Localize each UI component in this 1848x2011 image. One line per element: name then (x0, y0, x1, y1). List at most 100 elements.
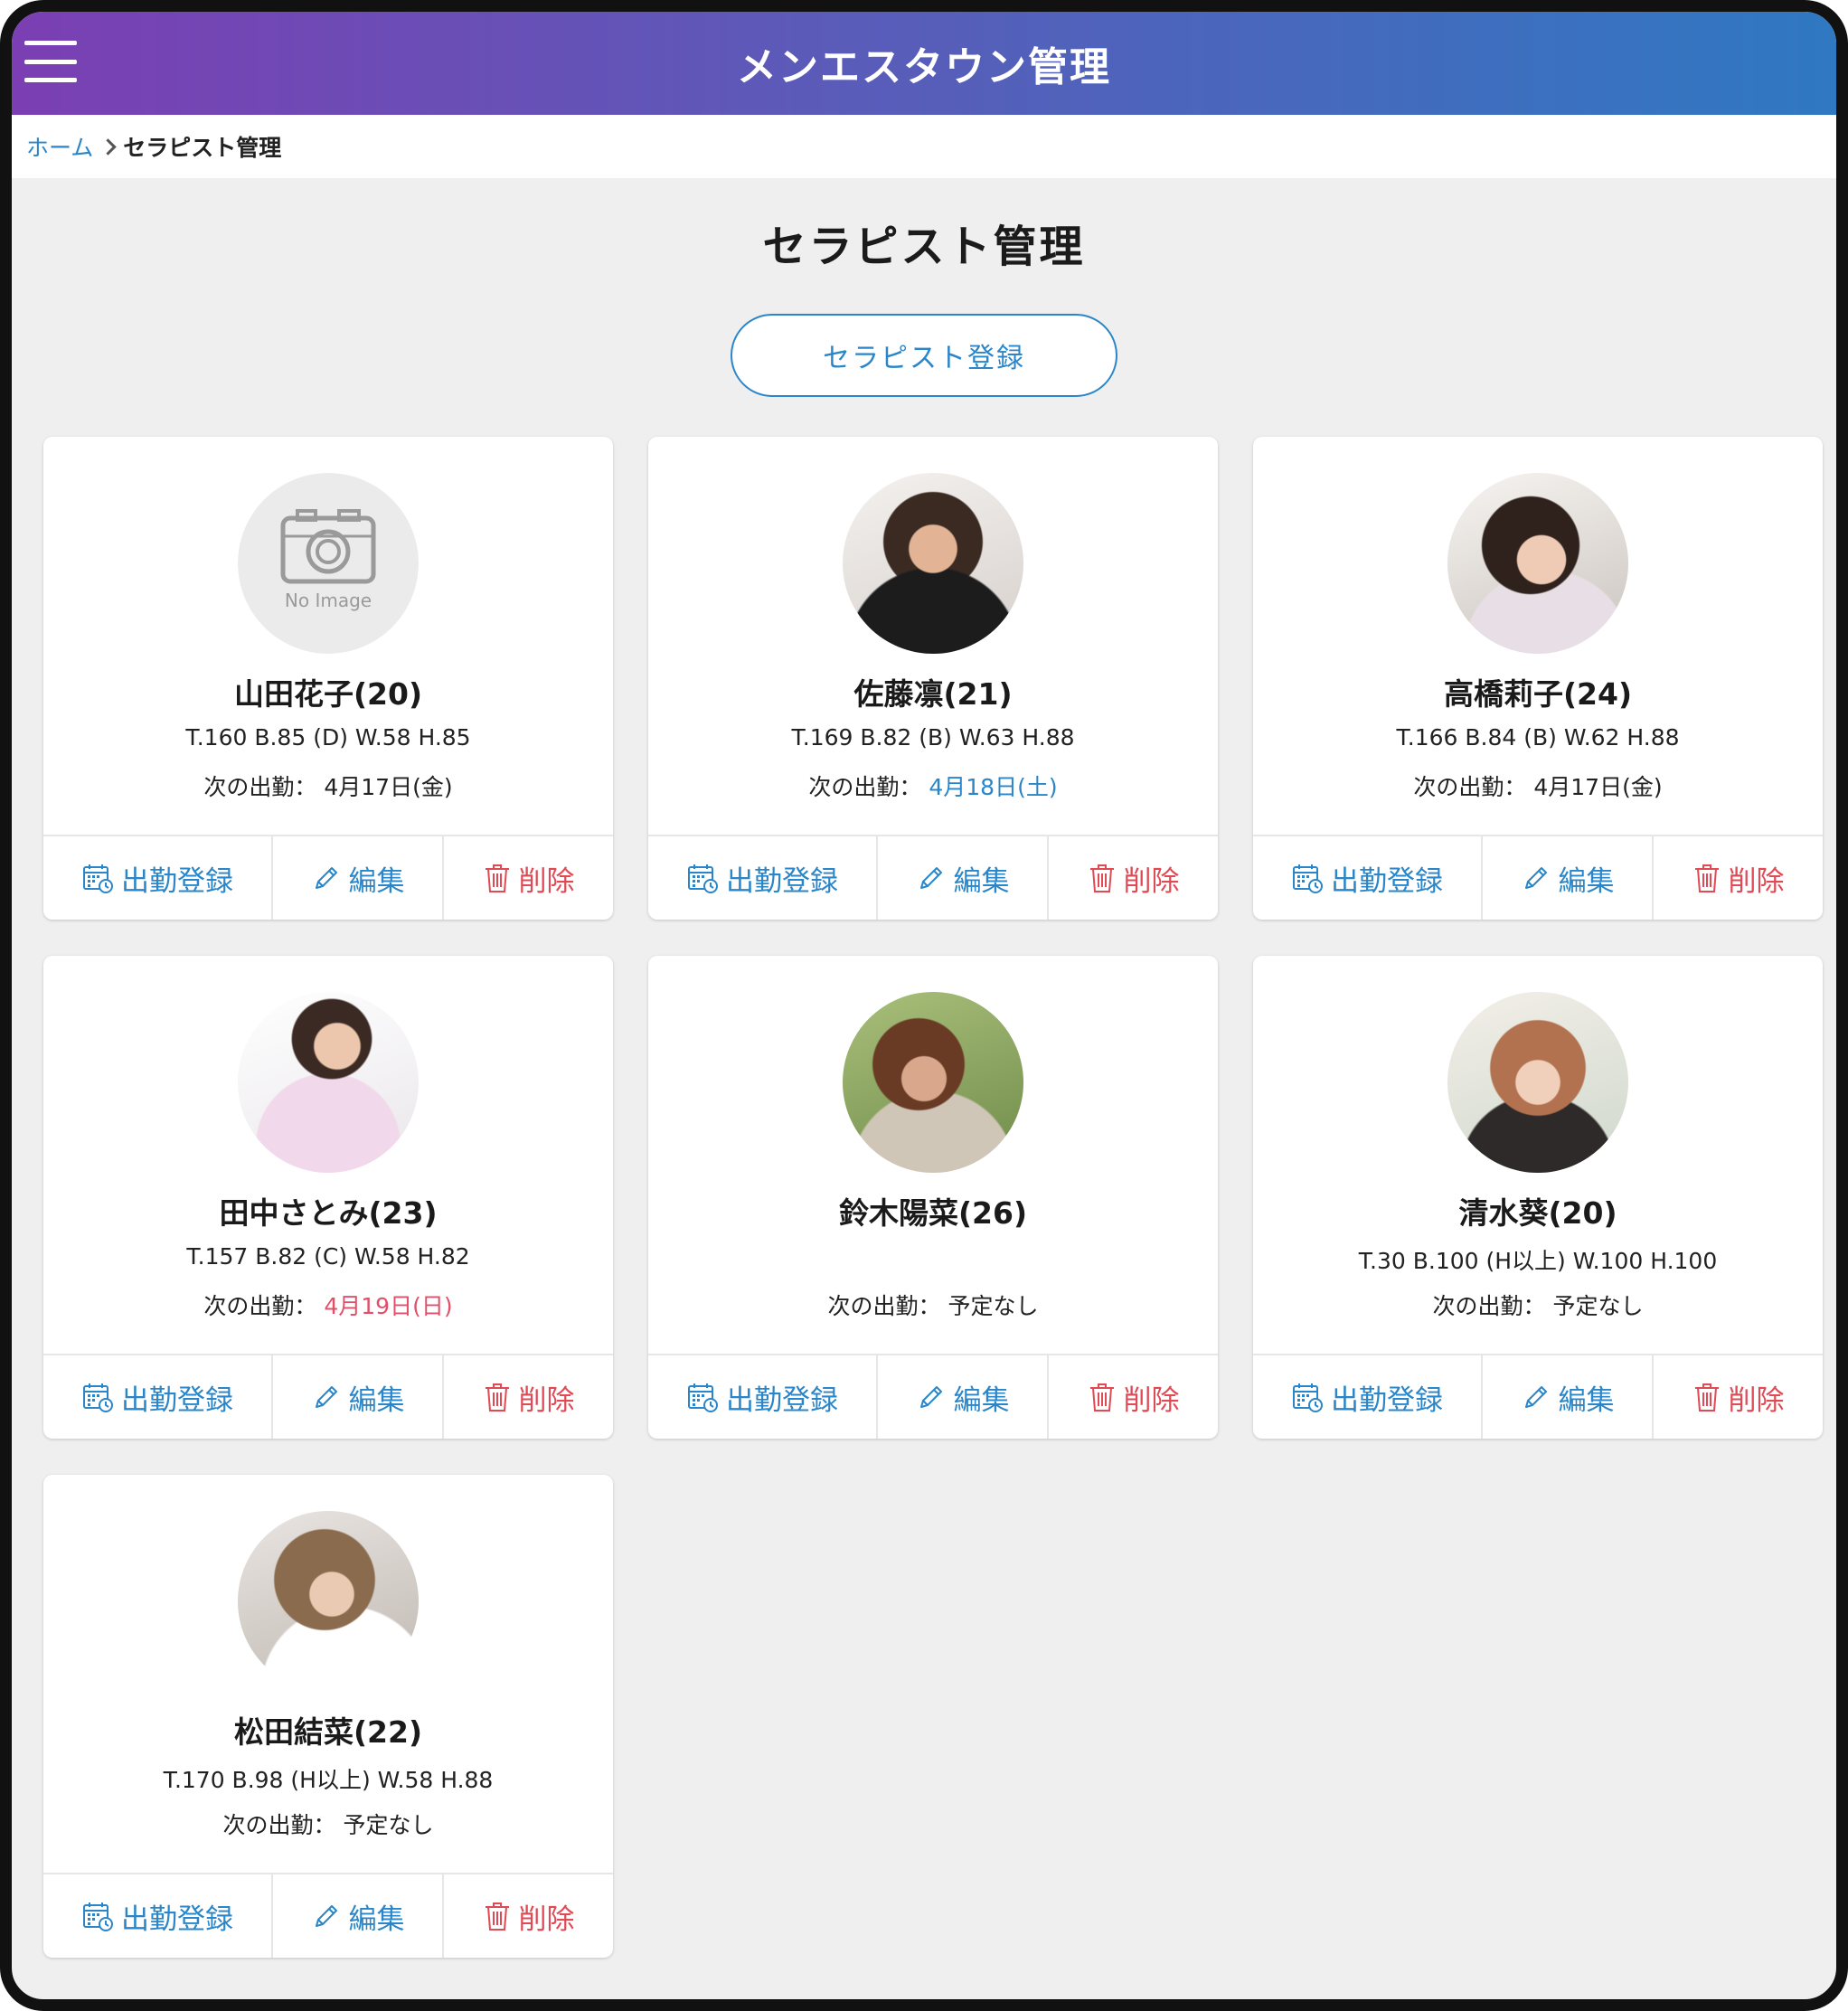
next-shift-value: 4月17日(金) (1533, 774, 1663, 800)
therapist-name: 松田結菜(22) (233, 1714, 423, 1750)
delete-label: 削除 (518, 864, 575, 898)
next-shift-value: 予定なし (343, 1812, 434, 1838)
edit-button[interactable]: 編集 (273, 1874, 444, 1958)
card-actions: 出勤登録 編集 削除 (43, 1354, 613, 1439)
calendar-clock-icon (688, 1383, 718, 1412)
app-header: メンエスタウン管理 (12, 12, 1836, 115)
calendar-clock-icon (83, 1902, 113, 1931)
edit-button[interactable]: 編集 (1483, 836, 1654, 920)
delete-button[interactable]: 削除 (444, 1355, 613, 1439)
next-shift-label: 次の出勤： (1413, 774, 1527, 800)
attendance-register-label: 出勤登録 (1331, 864, 1443, 898)
edit-button[interactable]: 編集 (878, 836, 1049, 920)
attendance-register-label: 出勤登録 (121, 1902, 233, 1936)
hamburger-menu-icon[interactable] (24, 41, 77, 82)
therapist-card: 松田結菜(22) T.170 B.98 (H以上) W.58 H.88 次の出勤… (43, 1475, 613, 1958)
attendance-register-button[interactable]: 出勤登録 (648, 1355, 878, 1439)
therapist-card: 高橋莉子(24) T.166 B.84 (B) W.62 H.88 次の出勤： … (1253, 437, 1823, 920)
therapist-avatar (1447, 473, 1628, 654)
next-shift: 次の出勤： 予定なし (648, 1289, 1218, 1321)
edit-label: 編集 (348, 864, 405, 898)
therapist-measurements: T.30 B.100 (H以上) W.100 H.100 (1358, 1248, 1718, 1274)
calendar-clock-icon (1293, 1383, 1323, 1412)
next-shift-value: 4月19日(日) (324, 1293, 453, 1319)
register-therapist-button[interactable]: セラピスト登録 (731, 314, 1117, 397)
delete-label: 削除 (1728, 1383, 1785, 1417)
therapist-name: 田中さとみ(23) (219, 1195, 438, 1231)
attendance-register-button[interactable]: 出勤登録 (43, 836, 273, 920)
calendar-clock-icon (1293, 864, 1323, 893)
edit-button[interactable]: 編集 (273, 836, 444, 920)
edit-button[interactable]: 編集 (878, 1355, 1049, 1439)
therapist-measurements: T.169 B.82 (B) W.63 H.88 (791, 724, 1075, 751)
trash-icon (485, 864, 509, 892)
app-title: メンエスタウン管理 (737, 44, 1111, 90)
no-image-camera-icon: No Image (238, 473, 419, 654)
next-shift: 次の出勤： 4月17日(金) (43, 769, 613, 802)
next-shift: 次の出勤： 予定なし (43, 1808, 613, 1840)
next-shift-label: 次の出勤： (203, 1293, 317, 1319)
trash-icon (1694, 1383, 1719, 1411)
card-actions: 出勤登録 編集 削除 (1253, 1354, 1823, 1439)
therapist-name: 鈴木陽菜(26) (838, 1195, 1028, 1231)
next-shift-value: 予定なし (948, 1293, 1039, 1319)
next-shift-value: 予定なし (1552, 1293, 1644, 1319)
breadcrumb-home-link[interactable]: ホーム (26, 130, 93, 163)
delete-button[interactable]: 削除 (444, 1874, 613, 1958)
attendance-register-label: 出勤登録 (121, 864, 233, 898)
therapist-avatar (843, 473, 1023, 654)
card-actions: 出勤登録 編集 削除 (43, 1873, 613, 1958)
calendar-clock-icon (83, 1383, 113, 1412)
trash-icon (485, 1902, 509, 1931)
next-shift: 次の出勤： 予定なし (1253, 1289, 1823, 1321)
trash-icon (1089, 864, 1114, 892)
therapist-name: 高橋莉子(24) (1443, 676, 1633, 712)
next-shift-label: 次の出勤： (827, 1293, 941, 1319)
next-shift: 次の出勤： 4月17日(金) (1253, 769, 1823, 802)
pencil-icon (919, 867, 942, 889)
edit-label: 編集 (953, 864, 1010, 898)
therapist-measurements: T.157 B.82 (C) W.58 H.82 (186, 1243, 470, 1270)
attendance-register-button[interactable]: 出勤登録 (43, 1355, 273, 1439)
trash-icon (1089, 1383, 1114, 1411)
attendance-register-button[interactable]: 出勤登録 (43, 1874, 273, 1958)
delete-label: 削除 (518, 1383, 575, 1417)
therapist-measurements: T.166 B.84 (B) W.62 H.88 (1396, 724, 1680, 751)
breadcrumb-current: セラピスト管理 (123, 135, 282, 161)
next-shift-label: 次の出勤： (1432, 1293, 1546, 1319)
therapist-card: 清水葵(20) T.30 B.100 (H以上) W.100 H.100 次の出… (1253, 956, 1823, 1439)
therapist-avatar (843, 992, 1023, 1173)
attendance-register-button[interactable]: 出勤登録 (648, 836, 878, 920)
pencil-icon (315, 1386, 337, 1408)
delete-label: 削除 (1123, 864, 1180, 898)
next-shift-value: 4月17日(金) (324, 774, 453, 800)
attendance-register-label: 出勤登録 (726, 864, 838, 898)
attendance-register-button[interactable]: 出勤登録 (1253, 836, 1483, 920)
therapist-card-grid: No Image 山田花子(20) T.160 B.85 (D) W.58 H.… (43, 437, 1836, 1958)
therapist-card: 田中さとみ(23) T.157 B.82 (C) W.58 H.82 次の出勤：… (43, 956, 613, 1439)
delete-button[interactable]: 削除 (1654, 1355, 1823, 1439)
pencil-icon (315, 1905, 337, 1927)
therapist-avatar (238, 992, 419, 1173)
delete-button[interactable]: 削除 (1049, 836, 1218, 920)
chevron-right-icon (99, 137, 117, 156)
pencil-icon (1524, 1386, 1547, 1408)
svg-text:No Image: No Image (285, 590, 372, 611)
card-actions: 出勤登録 編集 削除 (1253, 835, 1823, 920)
pencil-icon (919, 1386, 942, 1408)
calendar-clock-icon (83, 864, 113, 893)
edit-button[interactable]: 編集 (1483, 1355, 1654, 1439)
delete-button[interactable]: 削除 (1049, 1355, 1218, 1439)
edit-button[interactable]: 編集 (273, 1355, 444, 1439)
attendance-register-label: 出勤登録 (121, 1383, 233, 1417)
next-shift: 次の出勤： 4月18日(土) (648, 769, 1218, 802)
delete-label: 削除 (1123, 1383, 1180, 1417)
next-shift-value: 4月18日(土) (929, 774, 1058, 800)
therapist-name: 佐藤凛(21) (853, 676, 1013, 712)
card-actions: 出勤登録 編集 削除 (648, 835, 1218, 920)
delete-button[interactable]: 削除 (444, 836, 613, 920)
card-actions: 出勤登録 編集 削除 (648, 1354, 1218, 1439)
attendance-register-button[interactable]: 出勤登録 (1253, 1355, 1483, 1439)
delete-button[interactable]: 削除 (1654, 836, 1823, 920)
calendar-clock-icon (688, 864, 718, 893)
